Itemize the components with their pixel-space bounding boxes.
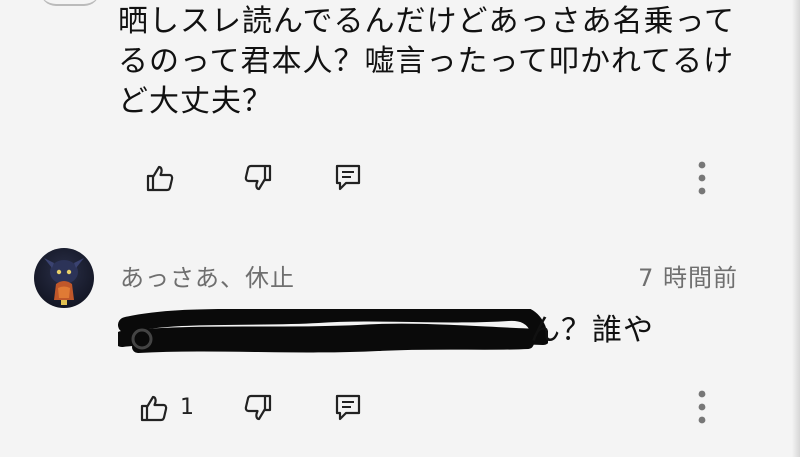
avatar-image <box>44 258 84 305</box>
reply-comment-text: ん？誰や <box>530 313 654 348</box>
previous-comment-edge <box>40 0 100 6</box>
reply-comment-icon <box>335 164 361 191</box>
reply-button[interactable] <box>330 160 366 196</box>
dislike-button[interactable] <box>240 160 276 196</box>
thumbs-up-icon <box>140 395 168 422</box>
redaction-scribble <box>118 309 548 353</box>
more-options-button[interactable] <box>690 387 714 427</box>
thumbs-up-icon <box>146 165 174 192</box>
dislike-button[interactable] <box>240 390 276 426</box>
thumbs-down-icon <box>244 164 272 191</box>
thumbs-down-icon <box>244 394 272 421</box>
scroll-edge <box>792 0 800 457</box>
comment-text: 晒しスレ読んでるんだけどあっさあ名乗ってるのって君本人？嘘言ったって叩かれてるけ… <box>118 4 735 119</box>
more-vert-icon <box>698 390 706 424</box>
avatar[interactable] <box>34 248 94 308</box>
like-count: 1 <box>180 395 194 420</box>
more-options-button[interactable] <box>690 158 714 198</box>
like-button[interactable] <box>136 390 172 426</box>
more-vert-icon <box>698 161 706 195</box>
reply-comment-icon <box>335 394 361 421</box>
reply-button[interactable] <box>330 390 366 426</box>
comment-author[interactable]: あっさあ、休止 <box>120 258 295 293</box>
reply-comment-body: ん？誰や <box>118 309 718 357</box>
like-button[interactable] <box>142 160 178 196</box>
comment-timestamp[interactable]: 7 時間前 <box>638 258 738 293</box>
